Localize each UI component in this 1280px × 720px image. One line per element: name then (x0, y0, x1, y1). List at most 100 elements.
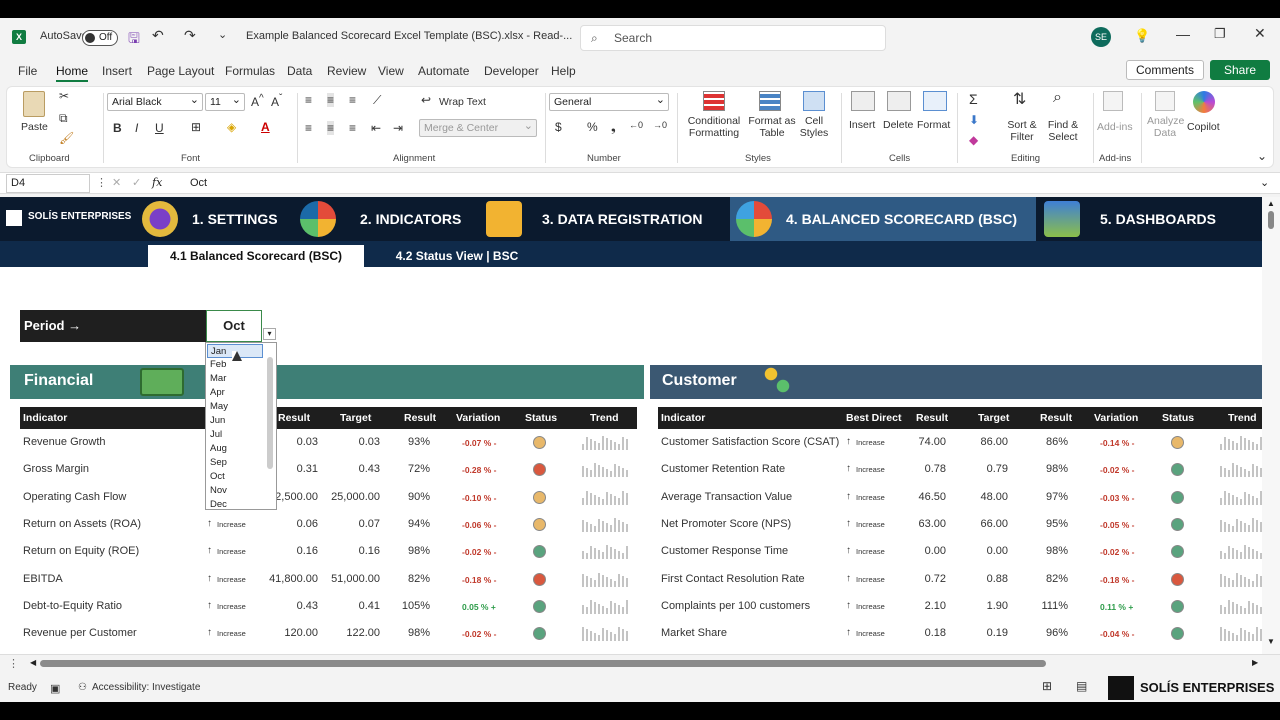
autosum-icon[interactable]: Σ (969, 91, 978, 107)
table-row[interactable]: Customer Response Time ↑ Increase 0.00 0.00 9… (658, 538, 1262, 565)
cancel-icon[interactable]: ✕ (112, 176, 121, 189)
column-header[interactable]: Result (1040, 412, 1072, 424)
align-center-icon[interactable]: ≡ (327, 121, 335, 135)
table-row[interactable]: Lead Conversion Rate↑Increase0.140.1593%… (658, 647, 1262, 654)
search-box[interactable]: ⌕ Search (580, 25, 886, 51)
decrease-font-icon[interactable]: Aˇ (271, 93, 282, 109)
nav-balanced-scorecard[interactable]: 4. BALANCED SCORECARD (BSC) (730, 197, 1036, 241)
minimize-icon[interactable]: — (1176, 26, 1190, 42)
tab-balanced-scorecard[interactable]: 4.1 Balanced Scorecard (BSC) (148, 245, 364, 267)
clear-icon[interactable]: ◆ (969, 133, 978, 147)
column-header[interactable]: Status (525, 412, 557, 424)
column-header[interactable]: Best Direct (846, 412, 901, 424)
column-header[interactable]: Variation (1094, 412, 1138, 424)
sheet-options-icon[interactable]: ⋮ (8, 657, 19, 670)
menu-insert[interactable]: Insert (102, 64, 132, 78)
insert-function-button[interactable]: fx (152, 176, 162, 189)
wrap-text-button[interactable]: Wrap Text (439, 96, 486, 108)
undo-icon[interactable]: ↶ (152, 27, 164, 44)
analyze-data-button[interactable]: Analyze Data (1147, 115, 1184, 139)
formula-input[interactable]: Oct (190, 177, 207, 189)
decrease-indent-icon[interactable]: ⇤ (371, 121, 381, 135)
percent-icon[interactable]: % (587, 120, 598, 134)
restore-icon[interactable]: ❐ (1214, 26, 1226, 42)
column-header[interactable]: Result (916, 412, 948, 424)
cell-styles-button[interactable]: Cell Styles (795, 115, 833, 139)
italic-icon[interactable]: I (135, 121, 138, 135)
table-row[interactable]: EBITDA ↑ Increase 41,800.00 51,000.00 82% -0.1… (20, 566, 637, 593)
dropdown-option[interactable]: Jul (207, 428, 263, 442)
dropdown-option[interactable]: Nov (207, 484, 263, 498)
column-header[interactable]: Target (340, 412, 371, 424)
table-row[interactable]: Revenue per Customer ↑ Increase 120.00 122.0… (20, 620, 637, 647)
table-row[interactable]: Market Share ↑ Increase 0.18 0.19 96% -0.04 % … (658, 620, 1262, 647)
menu-formulas[interactable]: Formulas (225, 64, 275, 78)
font-size-select[interactable]: 11 (205, 93, 245, 111)
enter-icon[interactable]: ✓ (132, 176, 141, 189)
currency-icon[interactable]: $ (555, 120, 562, 134)
paste-icon[interactable] (23, 91, 45, 117)
table-row[interactable]: Return on Assets (ROA) ↑ Increase 0.06 0.07 9… (20, 511, 637, 538)
increase-decimal-icon[interactable]: ←0 (629, 120, 643, 130)
autosave-toggle[interactable]: Off (82, 30, 118, 46)
nav-settings[interactable]: 1. SETTINGS (138, 197, 294, 241)
customize-toolbar-icon[interactable]: ⌄ (218, 28, 227, 41)
format-cells-button[interactable]: Format (917, 119, 950, 131)
menu-view[interactable]: View (378, 64, 404, 78)
cut-icon[interactable]: ✂ (59, 89, 69, 103)
collapse-ribbon-icon[interactable]: ⌄ (1257, 149, 1267, 163)
menu-data[interactable]: Data (287, 64, 312, 78)
comma-style-icon[interactable]: ❟ (611, 120, 616, 135)
nav-dashboards[interactable]: 5. DASHBOARDS (1036, 197, 1232, 241)
dropdown-option[interactable]: Aug (207, 442, 263, 456)
addins-button[interactable]: Add-ins (1097, 121, 1133, 133)
menu-home[interactable]: Home (56, 64, 89, 82)
column-header[interactable]: Indicator (23, 412, 67, 424)
table-row[interactable]: Net Promoter Score (NPS) ↑ Increase 63.00 66… (658, 511, 1262, 538)
format-as-table-button[interactable]: Format as Table (747, 115, 797, 139)
table-row[interactable]: Gross Margin 0.31 0.43 72% -0.28 % - (20, 456, 637, 483)
table-row[interactable]: First Contact Resolution Rate ↑ Increase 0.… (658, 566, 1262, 593)
table-row[interactable]: Revenue Growth 0.03 0.03 93% -0.07 % - (20, 429, 637, 456)
table-row[interactable]: Debt-to-Equity Ratio ↑ Increase 0.43 0.41 105… (20, 593, 637, 620)
borders-icon[interactable]: ⊞ (191, 120, 201, 134)
comments-button[interactable]: Comments (1126, 60, 1204, 80)
format-painter-icon[interactable]: 🖌 (59, 131, 74, 145)
column-header[interactable]: Indicator (661, 412, 705, 424)
menu-page-layout[interactable]: Page Layout (147, 64, 214, 78)
fill-icon[interactable]: ⬇ (969, 113, 979, 127)
decrease-decimal-icon[interactable]: →0 (653, 120, 667, 130)
scroll-up-icon[interactable]: ▲ (1267, 199, 1275, 208)
increase-indent-icon[interactable]: ⇥ (393, 121, 403, 135)
column-header[interactable]: Result (278, 412, 310, 424)
macro-record-icon[interactable]: ▣ (50, 682, 60, 695)
menu-developer[interactable]: Developer (484, 64, 539, 78)
insert-cells-button[interactable]: Insert (849, 119, 875, 131)
fill-color-icon[interactable]: ◈ (227, 120, 236, 134)
table-row[interactable]: Return on Equity (ROE) ↑ Increase 0.16 0.16 9… (20, 538, 637, 565)
bold-icon[interactable]: B (113, 121, 122, 135)
align-middle-icon[interactable]: ≡ (327, 93, 335, 107)
menu-help[interactable]: Help (551, 64, 576, 78)
horizontal-scroll-thumb[interactable] (40, 660, 1046, 667)
copilot-button[interactable]: Copilot (1187, 121, 1220, 133)
conditional-formatting-button[interactable]: Conditional Formatting (683, 115, 745, 139)
align-left-icon[interactable]: ≡ (305, 121, 312, 135)
sort-filter-button[interactable]: Sort & Filter (1005, 119, 1039, 143)
table-row[interactable]: Revenue per Employee↑Increase3,850.004,7… (20, 647, 637, 654)
vertical-scrollbar[interactable]: ▲ ▼ (1262, 197, 1280, 654)
table-row[interactable]: Customer Satisfaction Score (CSAT) ↑ Incre… (658, 429, 1262, 456)
table-row[interactable]: Operating Cash Flow 2,500.00 25,000.00 90% -… (20, 484, 637, 511)
period-select[interactable]: Oct (206, 310, 262, 342)
dropdown-option[interactable]: Apr (207, 386, 263, 400)
table-row[interactable]: Complaints per 100 customers ↑ Increase 2.1… (658, 593, 1262, 620)
orientation-icon[interactable]: ⟋ (373, 93, 381, 108)
dropdown-option[interactable]: Oct (207, 470, 263, 484)
dropdown-option[interactable]: Mar (207, 372, 263, 386)
redo-icon[interactable]: ↷ (184, 27, 196, 44)
close-icon[interactable]: ✕ (1254, 25, 1266, 42)
column-header[interactable]: Result (404, 412, 436, 424)
find-select-button[interactable]: Find & Select (1043, 119, 1083, 143)
font-color-icon[interactable]: A (261, 120, 270, 134)
file-title[interactable]: Example Balanced Scorecard Excel Templat… (246, 30, 572, 42)
